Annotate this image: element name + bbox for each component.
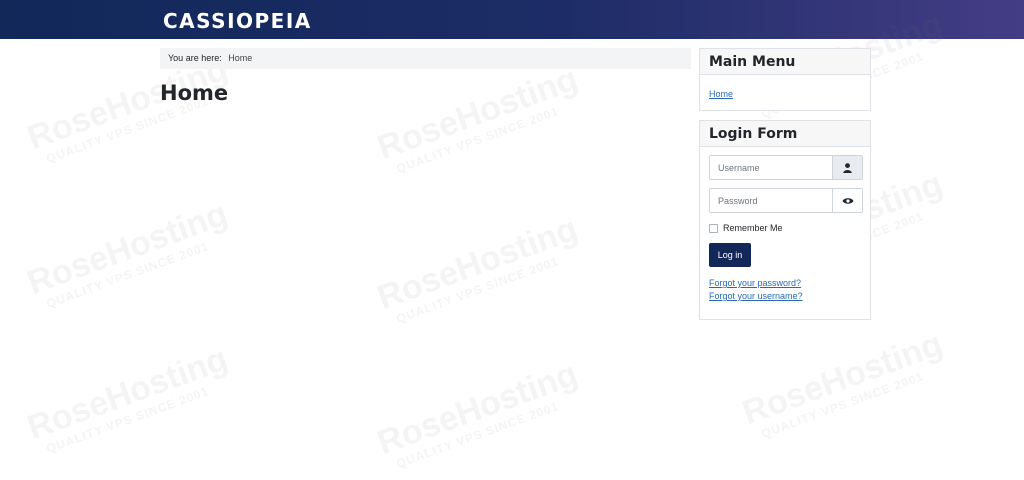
watermark: RoseHosting QUALITY VPS SINCE 2001 (372, 209, 583, 326)
breadcrumb: You are here: Home (160, 48, 691, 69)
site-header: CASSIOPEIA (0, 0, 1024, 39)
password-input[interactable] (710, 189, 832, 212)
breadcrumb-prefix: You are here: (168, 53, 222, 63)
remember-me-checkbox[interactable] (709, 223, 718, 233)
remember-me-label: Remember Me (723, 223, 783, 233)
watermark: RoseHosting QUALITY VPS SINCE 2001 (737, 324, 948, 441)
main-menu-title: Main Menu (700, 49, 870, 75)
user-icon (832, 156, 862, 179)
watermark: RoseHosting QUALITY VPS SINCE 2001 (372, 354, 583, 471)
watermark: RoseHosting QUALITY VPS SINCE 2001 (22, 194, 233, 311)
site-brand[interactable]: CASSIOPEIA (163, 9, 312, 33)
remember-me[interactable]: Remember Me (709, 223, 783, 233)
username-group (709, 155, 863, 180)
page-title: Home (160, 81, 229, 105)
forgot-password-link[interactable]: Forgot your password? (709, 278, 801, 288)
login-form-card: Login Form Remember Me Log in Forgot you… (699, 120, 871, 320)
username-input[interactable] (710, 156, 832, 179)
watermark: RoseHosting QUALITY VPS SINCE 2001 (372, 59, 583, 176)
breadcrumb-current: Home (228, 53, 253, 63)
login-button[interactable]: Log in (709, 243, 751, 267)
forgot-username-link[interactable]: Forgot your username? (709, 291, 803, 301)
eye-icon[interactable] (832, 189, 862, 212)
password-group (709, 188, 863, 213)
main-menu-card: Main Menu Home (699, 48, 871, 111)
main-menu-item-home[interactable]: Home (709, 89, 733, 99)
login-form-title: Login Form (700, 121, 870, 147)
watermark: RoseHosting QUALITY VPS SINCE 2001 (22, 339, 233, 456)
